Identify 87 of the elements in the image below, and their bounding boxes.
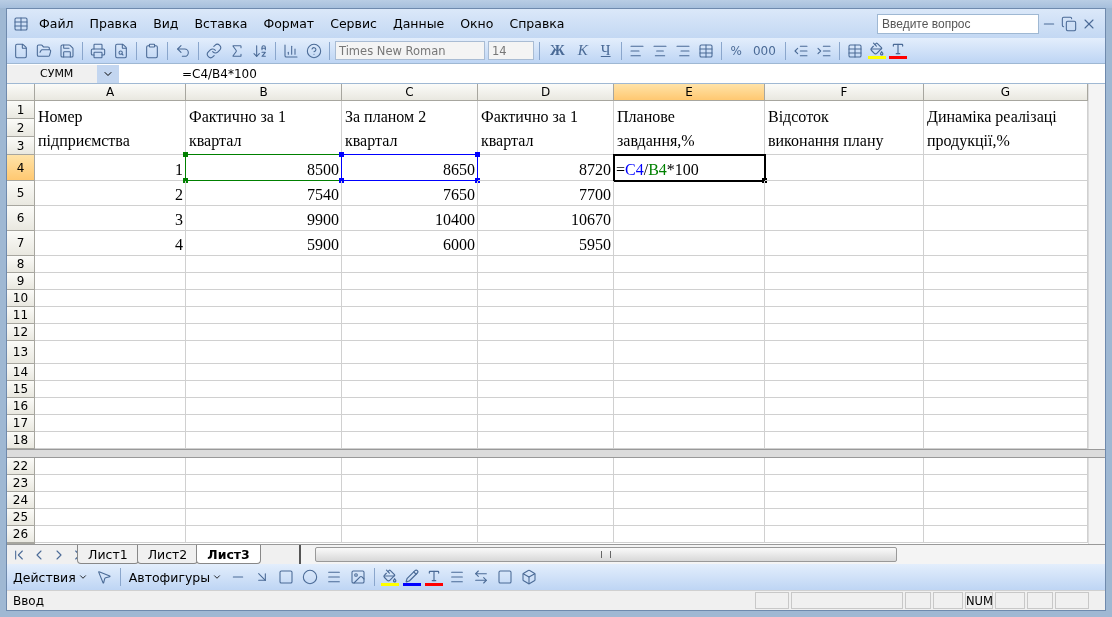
row-header[interactable]: 17 xyxy=(7,415,35,432)
table-cell: 10670 xyxy=(478,206,614,231)
menu-item[interactable]: Вставка xyxy=(186,14,256,33)
table-cell: 5950 xyxy=(478,231,614,256)
table-cell: Планове завдання,% xyxy=(614,101,765,155)
caret-icon xyxy=(212,572,223,582)
row-header[interactable]: 24 xyxy=(7,492,35,509)
column-header[interactable]: E xyxy=(614,84,765,101)
table-cell: 4 xyxy=(35,231,186,256)
table-cell: 3 xyxy=(35,206,186,231)
font-size-field[interactable]: 14 xyxy=(488,41,534,60)
sheet-tab[interactable]: Лист1 xyxy=(77,545,139,564)
table-cell: 8650 xyxy=(342,155,478,181)
menu-item[interactable]: Формат xyxy=(255,14,323,33)
sheet-tab[interactable]: Лист2 xyxy=(136,545,199,564)
row-header[interactable]: 18 xyxy=(7,432,35,449)
formula-text[interactable]: =C4/B4*100 xyxy=(182,66,257,81)
row-header[interactable]: 6 xyxy=(7,206,35,231)
row-header[interactable]: 14 xyxy=(7,364,35,381)
pane-splitter[interactable] xyxy=(7,449,1105,458)
row-header[interactable]: 26 xyxy=(7,526,35,543)
autoshapes-menu[interactable]: Автофигуры xyxy=(126,569,225,585)
caret-icon xyxy=(77,572,88,582)
table-cell: 5900 xyxy=(186,231,342,256)
menu-item[interactable]: Окно xyxy=(452,14,502,33)
select-all-corner[interactable] xyxy=(7,84,35,101)
menu-item[interactable]: Файл xyxy=(31,14,82,33)
row-header[interactable]: 16 xyxy=(7,398,35,415)
row-header[interactable]: 1 xyxy=(7,101,35,119)
table-cell: Номер підприємства xyxy=(35,101,186,155)
table-cell: 7540 xyxy=(186,181,342,206)
vertical-scrollbar[interactable] xyxy=(1088,84,1105,449)
menu-item[interactable]: Сервис xyxy=(322,14,385,33)
row-header[interactable]: 10 xyxy=(7,290,35,307)
menu-item[interactable]: Данные xyxy=(384,14,453,33)
actions-menu[interactable]: Действия xyxy=(11,569,90,585)
horizontal-scrollbar[interactable] xyxy=(298,545,1105,564)
font-color-icon[interactable] xyxy=(425,568,444,586)
status-text: Ввод xyxy=(13,593,44,608)
row-header[interactable]: 5 xyxy=(7,181,35,206)
column-header[interactable]: A xyxy=(35,84,186,101)
row-header[interactable]: 4 xyxy=(7,155,35,181)
row-header[interactable]: 3 xyxy=(7,137,35,155)
line-color-icon[interactable] xyxy=(403,568,422,586)
number-format-button[interactable]: % xyxy=(726,43,746,58)
table-cell: 10400 xyxy=(342,206,478,231)
font-style-button[interactable]: Ж xyxy=(545,42,570,59)
num-lock-indicator: NUM xyxy=(965,592,993,609)
help-search-field[interactable]: Введите вопрос xyxy=(877,13,1039,34)
font-style-button[interactable]: К xyxy=(572,42,593,59)
row-header[interactable]: 25 xyxy=(7,509,35,526)
table-cell: 7700 xyxy=(478,181,614,206)
row-header[interactable]: 11 xyxy=(7,307,35,324)
table-cell[interactable]: =C4/B4*100 xyxy=(614,155,765,181)
menu-item[interactable]: Вид xyxy=(145,14,187,33)
column-header[interactable]: F xyxy=(765,84,924,101)
table-cell: 6000 xyxy=(342,231,478,256)
row-header[interactable]: 7 xyxy=(7,231,35,256)
column-header[interactable]: G xyxy=(924,84,1088,101)
vertical-scrollbar[interactable] xyxy=(1088,458,1105,544)
column-header[interactable]: D xyxy=(478,84,614,101)
fill-color-icon[interactable] xyxy=(381,568,400,586)
row-header[interactable]: 23 xyxy=(7,475,35,492)
table-cell: Фактично за 1 квартал xyxy=(478,101,614,155)
row-header[interactable]: 12 xyxy=(7,324,35,341)
font-color-icon[interactable] xyxy=(888,42,907,59)
number-format-button[interactable]: 000 xyxy=(748,43,780,58)
column-header[interactable]: C xyxy=(342,84,478,101)
table-cell: 8720 xyxy=(478,155,614,181)
table-cell: 2 xyxy=(35,181,186,206)
menu-item[interactable]: Справка xyxy=(501,14,573,33)
row-header[interactable]: 9 xyxy=(7,273,35,290)
table-cell: 9900 xyxy=(186,206,342,231)
sheet-tab[interactable]: Лист3 xyxy=(196,545,261,564)
column-header[interactable]: B xyxy=(186,84,342,101)
row-header[interactable]: 8 xyxy=(7,256,35,273)
table-cell: Відсоток виконання плану xyxy=(765,101,924,155)
name-box[interactable]: СУММ xyxy=(7,64,119,83)
menu-item[interactable]: Правка xyxy=(81,14,146,33)
row-header[interactable]: 13 xyxy=(7,341,35,364)
table-cell: 7650 xyxy=(342,181,478,206)
row-header[interactable]: 22 xyxy=(7,458,35,475)
font-style-button[interactable]: Ч xyxy=(595,42,616,59)
row-header[interactable]: 2 xyxy=(7,119,35,137)
fill-color-icon[interactable] xyxy=(867,42,886,59)
row-header[interactable]: 15 xyxy=(7,381,35,398)
font-name-field[interactable]: Times New Roman xyxy=(335,41,485,60)
